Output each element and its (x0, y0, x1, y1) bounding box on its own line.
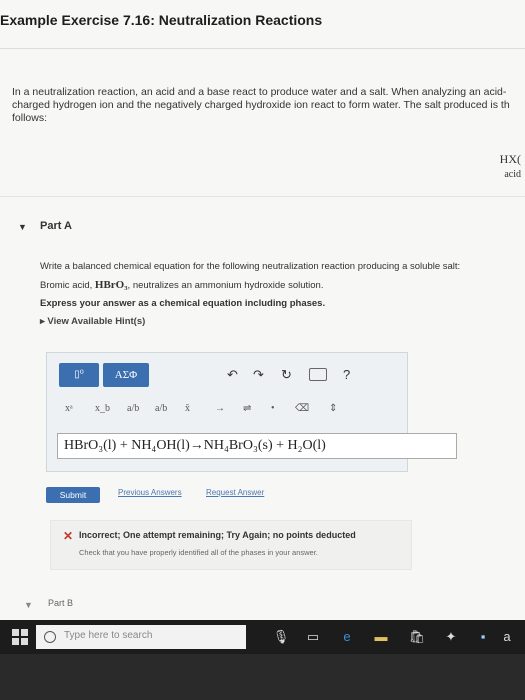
search-placeholder: Type here to search (64, 630, 153, 641)
question-body: Write a balanced chemical equation for t… (40, 258, 520, 331)
delete-icon[interactable]: ⌫ (295, 403, 309, 414)
feedback-title: Incorrect; One attempt remaining; Try Ag… (79, 530, 356, 540)
answer-input[interactable]: HBrO₃(l) + NH₄OH(l)→NH₄BrO₃(s) + H₂O(l) (57, 433, 457, 459)
prompt-post: , neutralizes an ammonium hydroxide solu… (127, 280, 324, 291)
prompt-pre: Bromic acid, (40, 280, 95, 291)
answer-editor: ▯⁰ ΑΣΦ ↶ ↷ ↻ ? xᵃ x_b a/b a/b x̄ → ⇌ • ⌫… (46, 352, 457, 472)
intro-line: follows: (12, 112, 48, 124)
store-icon[interactable]: 🛍 (408, 628, 426, 646)
divider (0, 196, 525, 197)
subscript-button[interactable]: x_b (95, 403, 110, 414)
equation-formula: HX( (499, 152, 521, 166)
app-icon-2[interactable]: ▪ (474, 628, 492, 646)
undo-icon[interactable]: ↶ (227, 367, 238, 383)
fraction-button-alt[interactable]: a/b (155, 403, 167, 414)
intro-line: In a neutralization reaction, an acid an… (12, 86, 507, 98)
microphone-icon[interactable]: 🎙 (272, 628, 290, 646)
intro-text: In a neutralization reaction, an acid an… (12, 86, 525, 125)
hints-link[interactable]: ▸ View Available Hint(s) (40, 313, 520, 331)
dot-button[interactable]: • (271, 403, 275, 414)
symbol-row: xᵃ x_b a/b a/b x̄ → ⇌ • ⌫ ⇕ (47, 397, 407, 421)
arrow-button[interactable]: → (215, 403, 225, 414)
feedback-message: Check that you have properly identified … (79, 548, 318, 557)
intro-line: charged hydrogen ion and the negatively … (12, 99, 510, 111)
equation-label: acid (504, 169, 521, 180)
express-instruction: Express your answer as a chemical equati… (40, 298, 326, 309)
collapse-caret-icon[interactable]: ▼ (24, 600, 33, 610)
keyboard-icon[interactable] (309, 368, 327, 381)
redo-icon[interactable]: ↷ (253, 367, 264, 383)
greek-symbols-button[interactable]: ΑΣΦ (103, 363, 149, 387)
previous-answers-link[interactable]: Previous Answers (118, 488, 182, 497)
expand-icon[interactable]: ⇕ (329, 403, 337, 414)
app-icon-3[interactable]: a (498, 628, 516, 646)
windows-start-icon[interactable] (12, 629, 28, 645)
cortana-icon (44, 631, 56, 643)
taskbar: Type here to search 🎙 ▭ e ▬ 🛍 ✦ ▪ a (0, 620, 525, 654)
prompt: Bromic acid, HBrO₃, neutralizes an ammon… (40, 276, 520, 295)
overline-button[interactable]: x̄ (185, 403, 190, 414)
edge-icon[interactable]: e (338, 628, 356, 646)
feedback-panel: ✕ Incorrect; One attempt remaining; Try … (50, 520, 412, 570)
reset-icon[interactable]: ↻ (281, 367, 292, 383)
instruction: Write a balanced chemical equation for t… (40, 261, 461, 272)
page: Example Exercise 7.16: Neutralization Re… (0, 0, 525, 620)
device-bezel (0, 654, 525, 700)
hints-label[interactable]: View Available Hint(s) (47, 316, 145, 327)
taskbar-search[interactable]: Type here to search (36, 625, 246, 649)
task-view-icon[interactable]: ▭ (304, 628, 322, 646)
submit-button[interactable]: Submit (46, 487, 100, 503)
page-title: Example Exercise 7.16: Neutralization Re… (0, 12, 323, 28)
incorrect-icon: ✕ (63, 529, 74, 543)
templates-button[interactable]: ▯⁰ (59, 363, 99, 387)
prompt-formula: HBrO₃ (94, 279, 128, 291)
file-explorer-icon[interactable]: ▬ (372, 628, 390, 646)
request-answer-link[interactable]: Request Answer (206, 488, 264, 497)
part-b-title[interactable]: Part B (48, 598, 73, 608)
fraction-button[interactable]: a/b (127, 403, 139, 414)
divider (0, 48, 525, 49)
app-icon[interactable]: ✦ (442, 628, 460, 646)
superscript-button[interactable]: xᵃ (65, 403, 73, 414)
equation-fragment: HX( acid (500, 152, 521, 182)
editor-toolbar: ▯⁰ ΑΣΦ ↶ ↷ ↻ ? (47, 353, 407, 397)
collapse-caret-icon[interactable]: ▼ (18, 222, 27, 232)
help-button[interactable]: ? (343, 367, 350, 382)
equilibrium-button[interactable]: ⇌ (243, 403, 251, 414)
part-a-title[interactable]: Part A (40, 220, 72, 232)
